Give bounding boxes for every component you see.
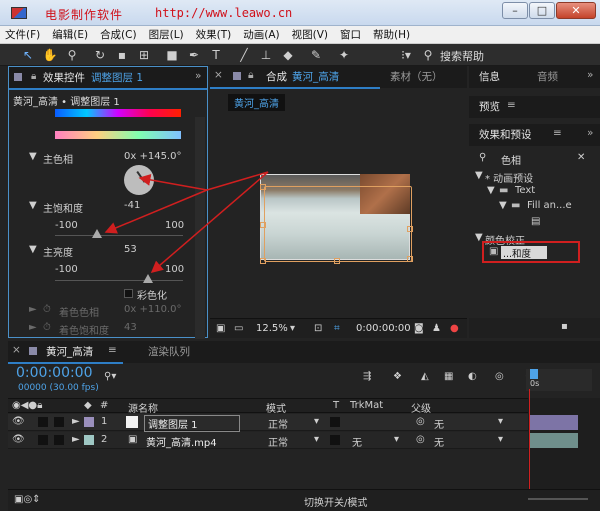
timeline-panel: × 黄河_高清 ≡ 渲染队列 0:00:00:00 00000 (30.00 f… (8, 341, 600, 511)
av-switch-icons: ◉◀●🔒︎ (12, 400, 43, 411)
table-row[interactable]: 👁︎ ► 2 ▣ 黄河_高清.mp4 正常 ▾ 无 ▾ ◎ 无 ▾ (8, 432, 528, 449)
lock-box[interactable] (54, 435, 64, 445)
playhead-line (529, 389, 530, 499)
draft-3d-icon[interactable]: ❖ (393, 371, 402, 382)
column-trkmat[interactable]: TrkMat (350, 400, 383, 411)
trkmat-dropdown-icon[interactable]: ▾ (394, 434, 399, 445)
column-mode[interactable]: 模式 (266, 400, 286, 415)
layer-trkmat[interactable]: 无 (352, 434, 362, 449)
frame-blending-icon[interactable]: ▦ (444, 371, 453, 382)
graph-editor-icon[interactable]: ◎ (495, 371, 504, 382)
label-column-icon: ◆ (84, 400, 92, 411)
layer-label-color[interactable] (84, 435, 94, 445)
layer-name[interactable]: 黄河_高清.mp4 (146, 434, 217, 449)
search-icon[interactable]: ⚲▾ (104, 371, 116, 382)
layer-expand-icon[interactable]: ► (72, 416, 80, 427)
layer-column-header: ◉◀●🔒︎ ◆ # 源名称 模式 T TrkMat 父级 (8, 398, 528, 415)
panel-color-icon (29, 347, 37, 355)
pick-whip-icon[interactable]: ◎ (416, 416, 425, 427)
layer-switches-icon[interactable]: ▣◎⇕ (14, 494, 41, 505)
number-column-icon: # (100, 400, 109, 411)
table-row[interactable]: 👁︎ ► 1 调整图层 1 正常 ▾ ◎ 无 ▾ (8, 414, 528, 432)
timeline-current-time[interactable]: 0:00:00:00 (16, 365, 93, 381)
annotation-arrow (138, 173, 208, 191)
hide-shy-icon[interactable]: ◭ (421, 371, 429, 382)
adjustment-layer-icon (126, 416, 138, 428)
column-t[interactable]: T (333, 400, 339, 411)
column-parent[interactable]: 父级 (411, 400, 431, 415)
column-source-name[interactable]: 源名称 (128, 400, 158, 415)
layer-index: 1 (101, 416, 108, 427)
time-ruler[interactable]: 0s (526, 369, 592, 391)
panel-menu-icon[interactable]: ≡ (108, 344, 117, 356)
timeline-fps: 00000 (30.00 fps) (18, 383, 99, 393)
layer-label-color[interactable] (84, 417, 94, 427)
layer-index: 2 (101, 434, 108, 445)
footage-file-icon: ▣ (128, 434, 138, 445)
layer-mode[interactable]: 正常 (268, 434, 288, 449)
layer-parent[interactable]: 无 (434, 416, 444, 431)
layer-expand-icon[interactable]: ► (72, 434, 80, 445)
motion-blur-icon[interactable]: ◐ (468, 371, 477, 382)
eye-icon[interactable]: 👁︎ (12, 434, 25, 445)
timeline-footer: ▣◎⇕ 切换开关/模式 (8, 489, 600, 511)
mode-dropdown-icon[interactable]: ▾ (314, 434, 319, 445)
annotation-arrow (150, 171, 269, 273)
tab-render-queue[interactable]: 渲染队列 (148, 344, 190, 359)
timeline-zoom-slider[interactable] (528, 498, 588, 500)
parent-dropdown-icon[interactable]: ▾ (498, 416, 503, 427)
layer-bar-adjustment[interactable] (530, 415, 578, 430)
t-checkbox[interactable] (330, 417, 340, 427)
timeline-tabbar: × 黄河_高清 ≡ 渲染队列 (8, 341, 600, 364)
layer-parent[interactable]: 无 (434, 434, 444, 449)
comp-mini-flowchart-icon[interactable]: ⇶ (363, 371, 371, 382)
layer-mode[interactable]: 正常 (268, 416, 288, 431)
t-checkbox[interactable] (330, 435, 340, 445)
layer-name[interactable]: 调整图层 1 (144, 415, 240, 432)
timeline-track-area[interactable] (528, 398, 600, 498)
layer-bar-footage[interactable] (530, 433, 578, 448)
annotation-line (206, 171, 269, 191)
annotation-arrow (104, 189, 208, 234)
playhead-handle[interactable] (530, 369, 538, 379)
mode-dropdown-icon[interactable]: ▾ (314, 416, 319, 427)
solo-box[interactable] (38, 417, 48, 427)
parent-dropdown-icon[interactable]: ▾ (498, 434, 503, 445)
ruler-label: 0s (530, 379, 540, 388)
lock-box[interactable] (54, 417, 64, 427)
eye-icon[interactable]: 👁︎ (12, 416, 25, 427)
toggle-switches-modes[interactable]: 切换开关/模式 (304, 494, 367, 509)
solo-box[interactable] (38, 435, 48, 445)
close-tab-icon[interactable]: × (12, 344, 21, 356)
tab-timeline[interactable]: 黄河_高清 (46, 344, 93, 359)
active-tab-indicator (8, 362, 123, 364)
pick-whip-icon[interactable]: ◎ (416, 434, 425, 445)
